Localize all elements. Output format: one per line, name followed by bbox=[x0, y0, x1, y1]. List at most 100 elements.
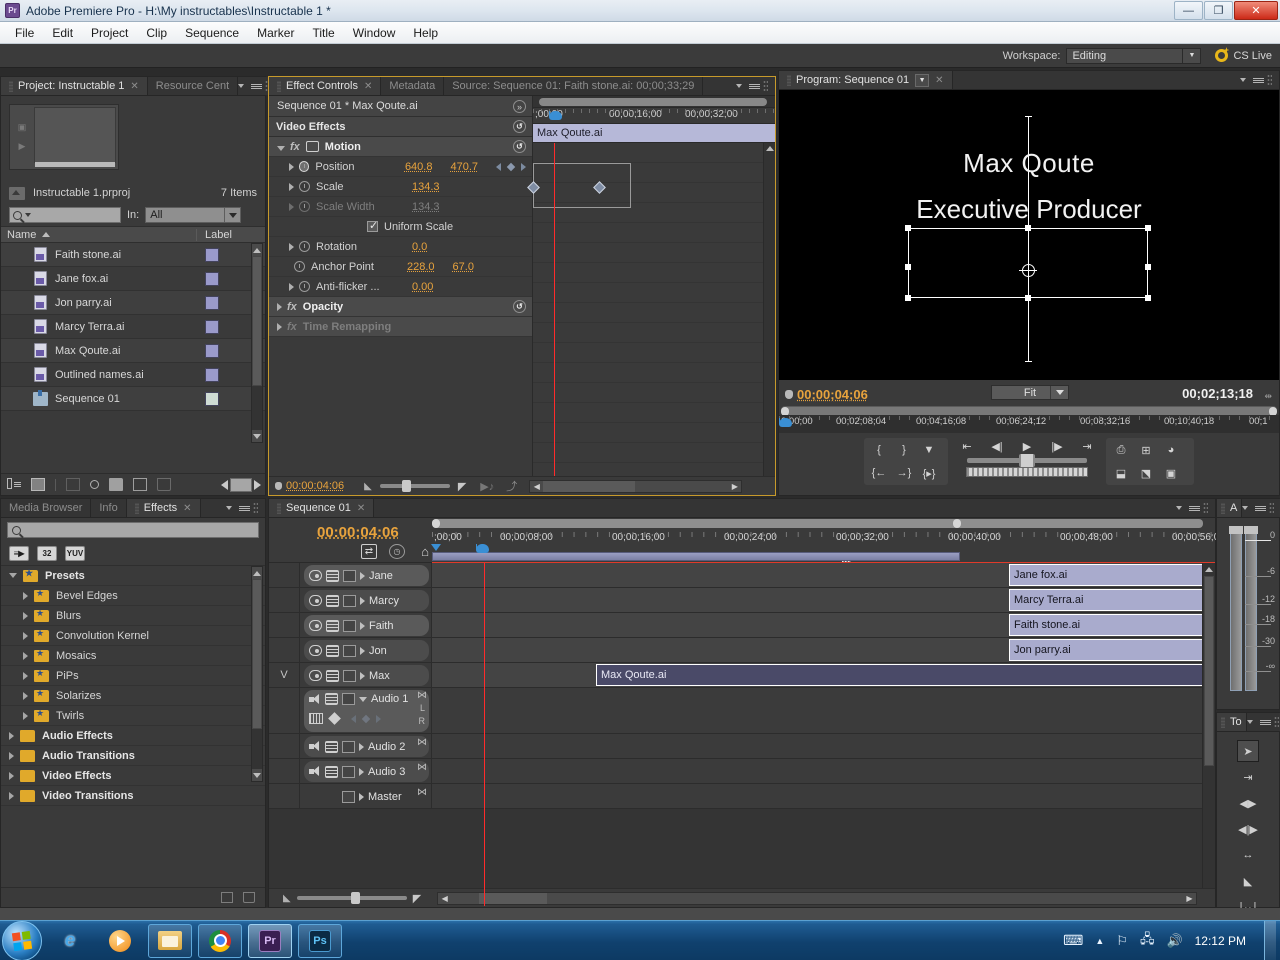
panel-drag-icon[interactable] bbox=[1203, 502, 1208, 515]
workspace-select[interactable]: Editing ▼ bbox=[1066, 48, 1201, 64]
tab-metadata[interactable]: Metadata bbox=[381, 77, 444, 95]
panel-menu-caret-icon[interactable] bbox=[1240, 78, 1246, 82]
panel-menu-icon[interactable] bbox=[1248, 74, 1264, 86]
label-color-swatch[interactable] bbox=[205, 320, 219, 334]
disclosure-triangle-icon[interactable] bbox=[23, 592, 28, 600]
program-monitor-video[interactable]: Max Qoute Executive Producer bbox=[779, 90, 1279, 380]
scrollbar-thumb[interactable] bbox=[539, 98, 767, 106]
panel-menu-caret-icon[interactable] bbox=[1242, 506, 1248, 510]
razor-tool[interactable]: ◣ bbox=[1237, 870, 1259, 892]
go-to-out-button[interactable]: →} bbox=[895, 465, 913, 481]
marker-icon[interactable] bbox=[275, 482, 282, 490]
slider-knob[interactable] bbox=[351, 892, 360, 904]
step-forward-marker-button[interactable]: ⇥ bbox=[1078, 438, 1096, 454]
disclosure-triangle-icon[interactable] bbox=[360, 572, 365, 580]
marker-icon[interactable] bbox=[785, 390, 793, 399]
disclosure-triangle-icon[interactable] bbox=[9, 772, 14, 780]
effect-param-anchor-point[interactable]: Anchor Point 228.0 67.0 bbox=[269, 257, 532, 277]
maximize-button[interactable]: ❐ bbox=[1204, 1, 1233, 20]
disclosure-triangle-icon[interactable] bbox=[23, 612, 28, 620]
track-content[interactable] bbox=[432, 784, 1215, 808]
disclosure-triangle-icon[interactable] bbox=[289, 183, 294, 191]
taskbar-adobe-premiere-pro[interactable]: Pr bbox=[248, 924, 292, 958]
volume-icon[interactable]: 🔊 bbox=[1166, 933, 1182, 949]
disclosure-triangle-icon[interactable] bbox=[23, 692, 28, 700]
taskbar-internet-explorer[interactable]: e bbox=[48, 924, 92, 958]
extract-button[interactable]: ⬔ bbox=[1137, 465, 1155, 481]
panel-menu-caret-icon[interactable] bbox=[226, 506, 232, 510]
scroll-left-icon[interactable]: ◀ bbox=[530, 482, 543, 491]
effect-controls-hscrollbar[interactable]: ◀ ▶ bbox=[529, 480, 742, 493]
list-item[interactable]: Sequence 01 bbox=[1, 387, 265, 411]
timeline-zoom-slider[interactable] bbox=[297, 896, 407, 900]
panel-menu-caret-icon[interactable] bbox=[1247, 720, 1253, 724]
disclosure-triangle-icon[interactable] bbox=[9, 792, 14, 800]
stopwatch-icon[interactable] bbox=[294, 261, 305, 272]
icon-view-icon[interactable] bbox=[31, 478, 45, 491]
show-hidden-icons-icon[interactable]: ▲ bbox=[1095, 936, 1104, 946]
column-header-name[interactable]: Name bbox=[1, 229, 197, 241]
yuv-effects-icon[interactable]: YUV bbox=[65, 546, 85, 561]
tab-info[interactable]: Info bbox=[91, 499, 126, 517]
panel-drag-icon[interactable] bbox=[1274, 716, 1279, 729]
transform-handle-tc[interactable] bbox=[1025, 225, 1031, 231]
taskbar-windows-media-player[interactable] bbox=[98, 924, 142, 958]
scroll-up-icon[interactable] bbox=[252, 244, 262, 256]
mark-out-button[interactable]: } bbox=[895, 442, 913, 458]
next-keyframe-icon[interactable] bbox=[376, 715, 381, 723]
tree-item-convolution-kernel[interactable]: Convolution Kernel bbox=[1, 626, 265, 646]
panel-drag-icon[interactable] bbox=[763, 80, 768, 93]
menu-file[interactable]: File bbox=[6, 24, 43, 42]
tree-item-presets[interactable]: Presets bbox=[1, 566, 265, 586]
stopwatch-icon[interactable] bbox=[299, 241, 310, 252]
disclosure-triangle-icon[interactable] bbox=[23, 672, 28, 680]
list-item[interactable]: Faith stone.ai bbox=[1, 243, 265, 267]
reset-icon[interactable]: ↺ bbox=[513, 120, 526, 133]
mark-split-button[interactable]: {▸} bbox=[920, 465, 938, 481]
menu-edit[interactable]: Edit bbox=[43, 24, 82, 42]
new-custom-bin-icon[interactable] bbox=[221, 892, 233, 903]
step-back-button[interactable]: ◀| bbox=[988, 438, 1006, 454]
project-search-input[interactable] bbox=[9, 207, 121, 223]
toggle-track-output-icon[interactable] bbox=[309, 620, 322, 631]
close-icon[interactable]: ✕ bbox=[130, 81, 138, 92]
scroll-up-icon[interactable] bbox=[1203, 563, 1215, 575]
output-mode-button[interactable]: ◕ bbox=[1162, 442, 1180, 458]
list-item[interactable]: Marcy Terra.ai bbox=[1, 315, 265, 339]
track-target-gutter[interactable] bbox=[269, 638, 300, 662]
delete-custom-item-icon[interactable] bbox=[243, 892, 255, 903]
reset-icon[interactable]: ↺ bbox=[513, 300, 526, 313]
scrollbar-thumb[interactable] bbox=[252, 256, 262, 386]
label-color-swatch[interactable] bbox=[205, 248, 219, 262]
shuttle-slider[interactable] bbox=[967, 458, 1087, 463]
panel-drag-icon[interactable] bbox=[253, 502, 258, 515]
track-target-gutter[interactable] bbox=[269, 759, 300, 783]
transform-handle-br[interactable] bbox=[1145, 295, 1151, 301]
panel-menu-icon[interactable] bbox=[246, 80, 262, 92]
tree-item-blurs[interactable]: Blurs bbox=[1, 606, 265, 626]
playhead[interactable] bbox=[554, 143, 555, 495]
duration-mode-icon[interactable]: ⇹ bbox=[1264, 391, 1272, 402]
project-scrollbar[interactable] bbox=[251, 243, 263, 443]
timeline-clip[interactable]: Jon parry.ai bbox=[1009, 639, 1211, 661]
label-color-swatch[interactable] bbox=[205, 368, 219, 382]
toggle-sync-lock-icon[interactable] bbox=[342, 693, 355, 705]
close-icon[interactable]: ✕ bbox=[364, 81, 372, 92]
timeline-clip[interactable]: Jane fox.ai bbox=[1009, 564, 1211, 586]
menu-title[interactable]: Title bbox=[303, 24, 343, 42]
toggle-track-mute-icon[interactable] bbox=[309, 766, 321, 777]
panel-menu-caret-icon[interactable] bbox=[1176, 506, 1182, 510]
toggle-track-lock-icon[interactable] bbox=[326, 670, 339, 682]
tab-sequence-01[interactable]: Sequence 01 ✕ bbox=[269, 499, 374, 517]
work-area-in-icon[interactable] bbox=[431, 544, 441, 551]
keyboard-icon[interactable]: ⌨ bbox=[1063, 932, 1083, 949]
disclosure-triangle-icon[interactable] bbox=[277, 323, 282, 331]
toggle-sync-lock-icon[interactable] bbox=[342, 791, 355, 803]
toggle-track-lock-icon[interactable] bbox=[325, 741, 338, 753]
panel-drag-icon[interactable] bbox=[1269, 502, 1274, 515]
zoom-in-icon[interactable]: ◤ bbox=[413, 892, 421, 905]
menu-marker[interactable]: Marker bbox=[248, 24, 303, 42]
list-item[interactable]: Max Qoute.ai bbox=[1, 339, 265, 363]
reset-icon[interactable]: ↺ bbox=[513, 140, 526, 153]
expand-track-icon[interactable]: ⋈ bbox=[417, 787, 427, 798]
